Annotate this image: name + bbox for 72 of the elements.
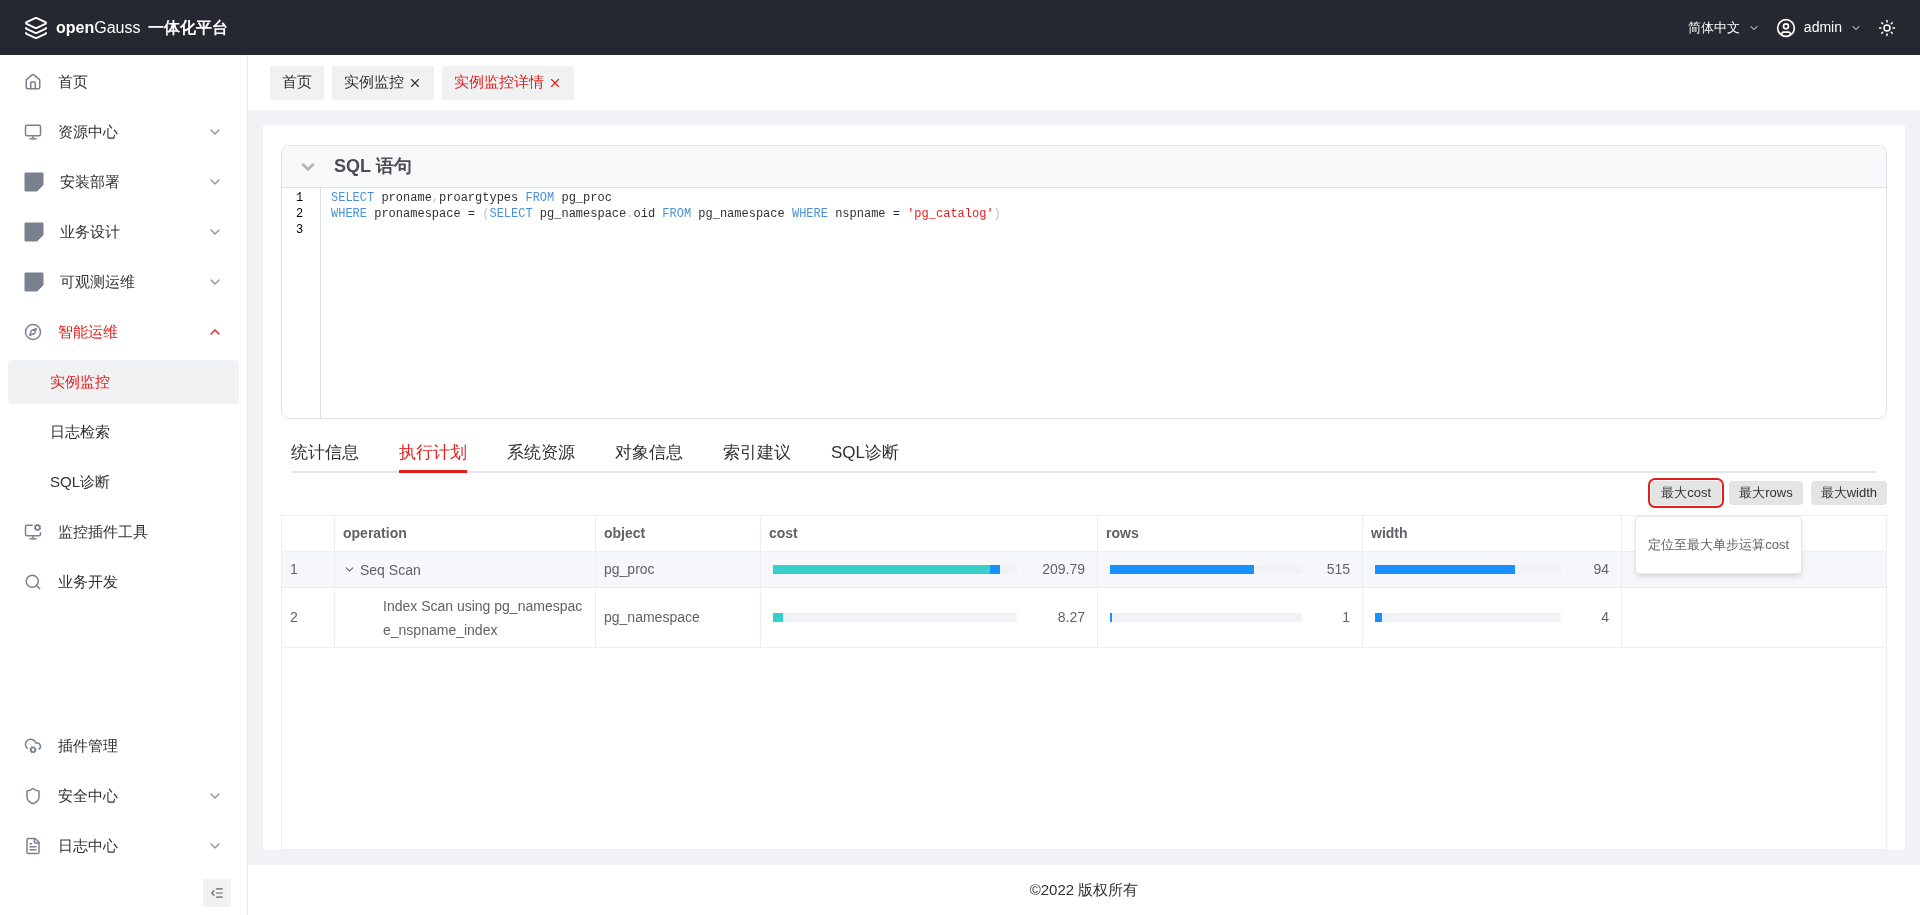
table-cell-text: pg_proc (604, 560, 655, 579)
table-cell-text: Index Scan using pg_namespace_nspname_index (383, 596, 584, 640)
column-header: object (604, 524, 646, 543)
tab[interactable]: 统计信息 (291, 435, 359, 473)
app-title: 一体化平台 (148, 17, 229, 38)
sidebar-item[interactable]: 可观测运维 (0, 257, 247, 307)
table-cell-text: 1 (290, 560, 298, 579)
page-tab[interactable]: 实例监控 (332, 65, 434, 100)
page-tab[interactable]: 首页 (270, 65, 324, 100)
column-header: width (1371, 524, 1408, 543)
sidebar-item[interactable]: 资源中心 (0, 107, 247, 157)
submenu-item[interactable]: 实例监控 (8, 360, 239, 404)
line-number: 3 (296, 222, 305, 238)
submenu-item[interactable]: 日志检索 (8, 410, 239, 454)
submenu-item[interactable]: SQL诊断 (8, 460, 239, 504)
sidebar-item[interactable]: 监控插件工具 (0, 507, 247, 557)
sidebar-item[interactable]: 安全中心 (0, 771, 247, 821)
tab[interactable]: 索引建议 (723, 435, 791, 473)
monitor-icon (24, 523, 42, 541)
table-cell-text: 4 (1600, 608, 1609, 627)
sidebar-item[interactable]: 安装部署 (0, 157, 247, 207)
user-icon (1775, 17, 1796, 38)
table-cell-text: 8.27 (1056, 608, 1085, 627)
document-icon (24, 837, 42, 855)
language-dropdown[interactable]: 简体中文 (1687, 17, 1760, 38)
line-number: 2 (296, 206, 305, 222)
card-title: SQL 语句 (334, 155, 412, 178)
code-line: WHERE pronamespace = (SELECT pg_namespace.oid FROM pg_namespace WHERE nspname = 'pg_catalog') (331, 207, 1001, 221)
theme-toggle-icon[interactable] (1878, 18, 1896, 37)
home-icon (24, 73, 42, 91)
column-header: rows (1106, 524, 1139, 543)
code-line: SELECT proname,proargtypes FROM pg_proc (331, 191, 612, 205)
table-cell-text: Seq Scan (360, 560, 421, 580)
line-number: 1 (296, 190, 305, 206)
sidebar-item[interactable]: 业务设计 (0, 207, 247, 257)
document-icon (24, 272, 44, 292)
compass-icon (24, 323, 42, 341)
page-tab[interactable]: 实例监控详情 (442, 65, 574, 100)
document-icon (24, 222, 44, 242)
sidebar-item[interactable]: 业务开发 (0, 557, 247, 607)
collapse-sidebar-button[interactable] (203, 879, 231, 907)
shield-icon (24, 787, 42, 805)
logo-icon (24, 15, 48, 40)
code-editor[interactable]: 1 2 3 SELECT proname,proargtypes FROM pg_proc WHERE pronamespace = (SELECT pg_namespace.oid FROM pg_namespace WHERE nspname = 'pg_catalog') (282, 188, 1886, 418)
column-header: cost (769, 524, 798, 543)
tab[interactable]: 对象信息 (615, 435, 683, 473)
monitor-icon (24, 123, 42, 141)
table-cell-text: pg_namespace (604, 608, 700, 627)
search-icon (24, 573, 42, 591)
tooltip: 定位至最大单步运算cost (1635, 516, 1802, 574)
locate-button[interactable]: 最大rows (1729, 481, 1803, 505)
tab[interactable]: 执行计划 (399, 435, 467, 473)
logo-text: openGauss (56, 17, 141, 38)
collapse-menu-icon (210, 886, 224, 900)
sidebar-item[interactable]: 插件管理 (0, 721, 247, 771)
document-icon (24, 172, 44, 192)
locate-button[interactable]: 最大width (1810, 481, 1887, 505)
user-menu[interactable]: admin (1775, 17, 1862, 38)
sidebar-item[interactable]: 日志中心 (0, 821, 247, 871)
tab[interactable]: 系统资源 (507, 435, 575, 473)
tab[interactable]: SQL诊断 (831, 435, 900, 473)
sidebar-item[interactable]: 智能运维 (0, 307, 247, 357)
table-cell-text: 94 (1592, 560, 1609, 579)
table-cell-text: 1 (1341, 608, 1350, 627)
table-cell-text: 2 (290, 608, 298, 627)
table-cell-text: 515 (1325, 560, 1350, 579)
table-cell-text: 209.79 (1041, 560, 1085, 579)
column-header: operation (343, 524, 407, 543)
cloud-icon (24, 737, 42, 755)
sidebar-item[interactable]: 首页 (0, 57, 247, 107)
footer: ©2022 版权所有 (248, 865, 1920, 915)
locate-button[interactable]: 最大cost (1651, 481, 1722, 505)
